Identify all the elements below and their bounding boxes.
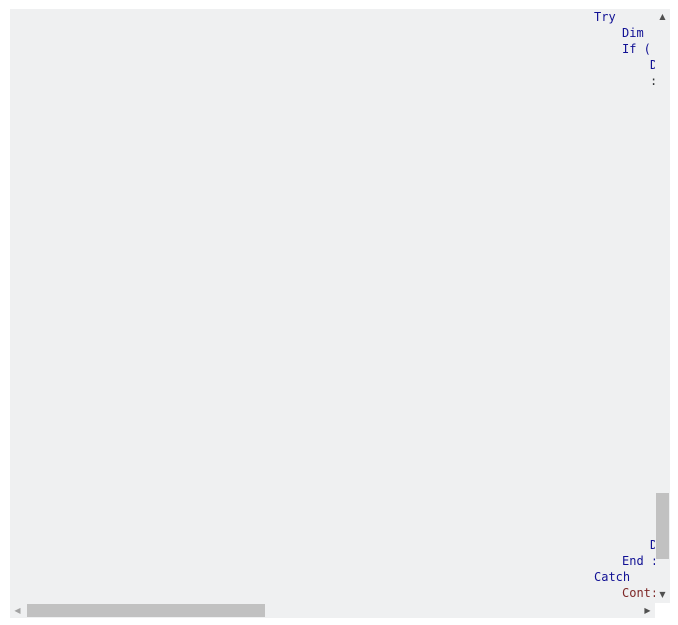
arrow-right-icon[interactable]: ▶ <box>640 603 655 618</box>
vertical-scrollbar[interactable]: ▲ ▼ <box>655 9 670 602</box>
arrow-down-icon[interactable]: ▼ <box>655 587 670 602</box>
code-viewport: Try Dim If ( D : D End : Catch Cont: <box>10 9 655 602</box>
scrollbar-corner <box>655 603 670 618</box>
code-line-try: Try <box>594 10 616 24</box>
horizontal-scroll-thumb[interactable] <box>27 604 265 617</box>
code-line-end: End : <box>622 554 655 568</box>
arrow-up-icon[interactable]: ▲ <box>655 9 670 24</box>
code-line-cont: Cont: <box>622 586 655 600</box>
code-line-dim: Dim <box>622 26 651 40</box>
code-line-if: If ( <box>622 42 651 56</box>
vertical-scroll-thumb[interactable] <box>656 493 669 559</box>
code-block: Try Dim If ( D : D End : Catch Cont: ▲ ▼… <box>10 9 670 618</box>
arrow-left-icon[interactable]: ◀ <box>10 603 25 618</box>
horizontal-scrollbar[interactable]: ◀ ▶ <box>10 603 655 618</box>
code-line-catch: Catch <box>594 570 631 584</box>
